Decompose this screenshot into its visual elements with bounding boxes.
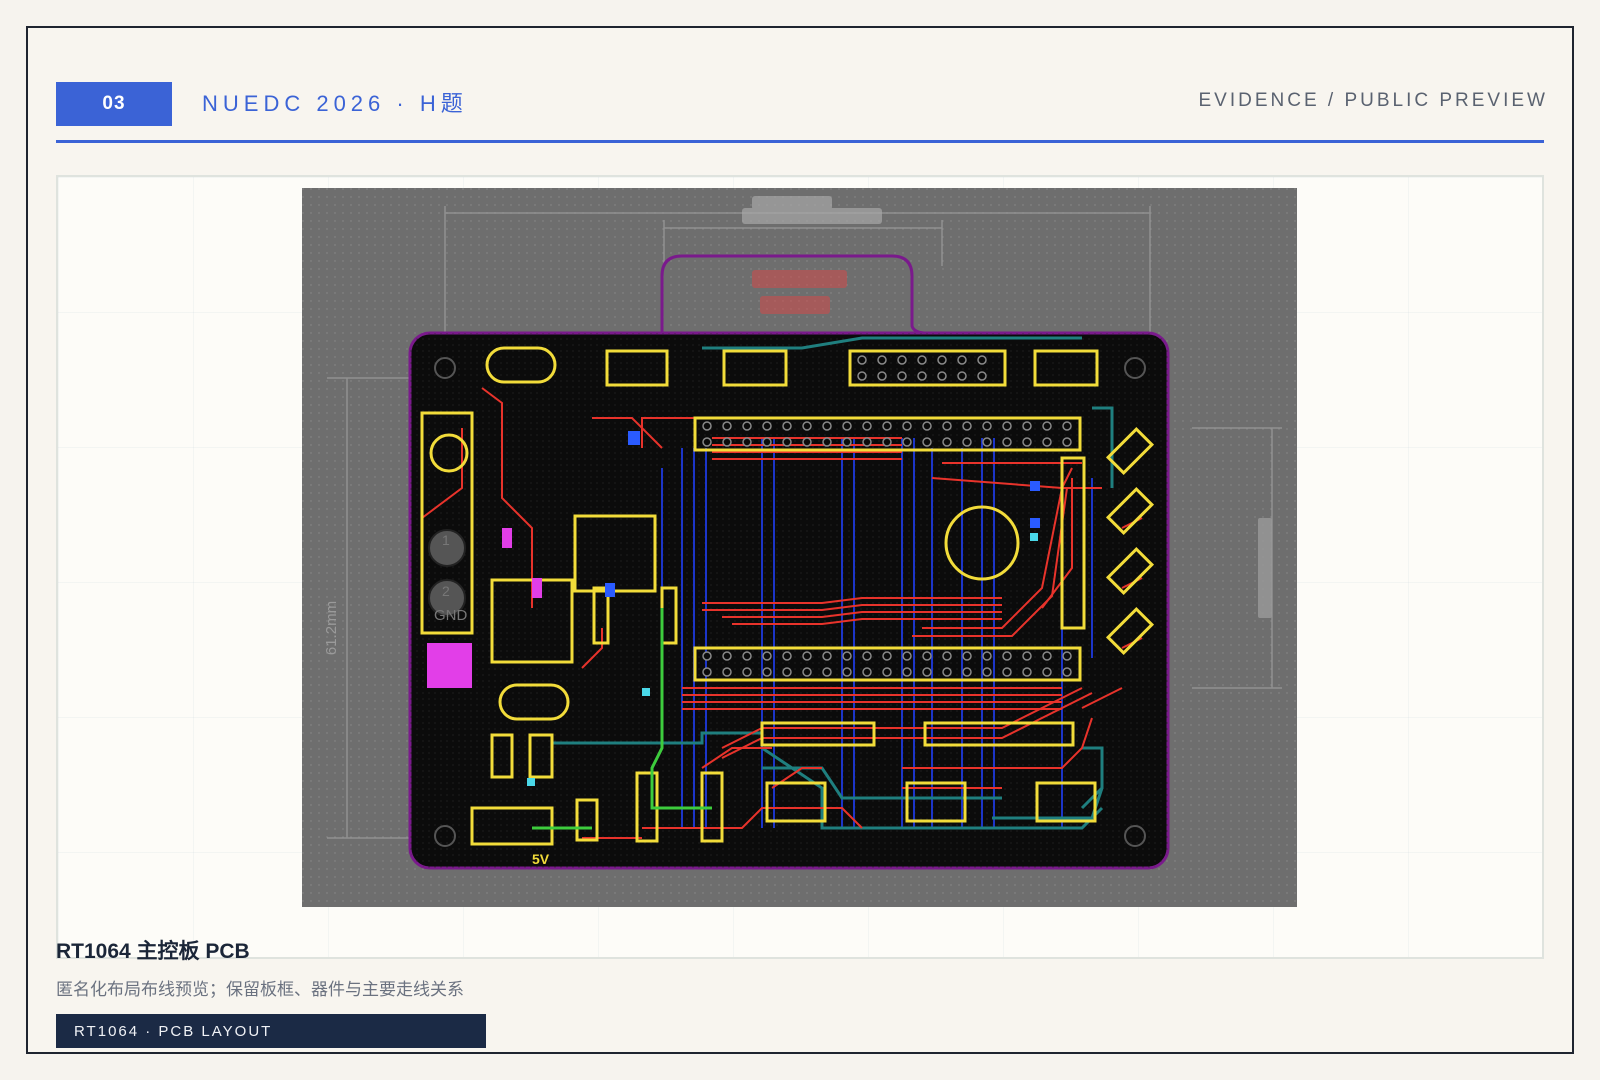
pcb-image: 61.2mm 5V GND 1 2: [302, 188, 1297, 907]
header-title: NUEDC 2026 · H题: [202, 91, 468, 116]
slide-number-badge: 03: [56, 82, 172, 126]
height-dimension-label: 61.2mm: [323, 601, 340, 655]
header-divider: [56, 140, 1544, 143]
figure-tag: RT1064 · PCB LAYOUT: [56, 1014, 486, 1048]
section-label: EVIDENCE / PUBLIC PREVIEW: [1198, 90, 1548, 111]
silk-gnd-label: GND: [434, 607, 468, 624]
silk-pin-1-label: 1: [442, 532, 450, 548]
silk-5v-label: 5V: [532, 851, 550, 867]
figure-tag-label: RT1064 · PCB LAYOUT: [74, 1022, 273, 1040]
figure-caption-description: 匿名化布局布线预览；保留板框、器件与主要走线关系: [56, 980, 464, 999]
figure-caption-title: RT1064 主控板 PCB: [56, 940, 250, 963]
silk-pin-2-label: 2: [442, 583, 450, 599]
